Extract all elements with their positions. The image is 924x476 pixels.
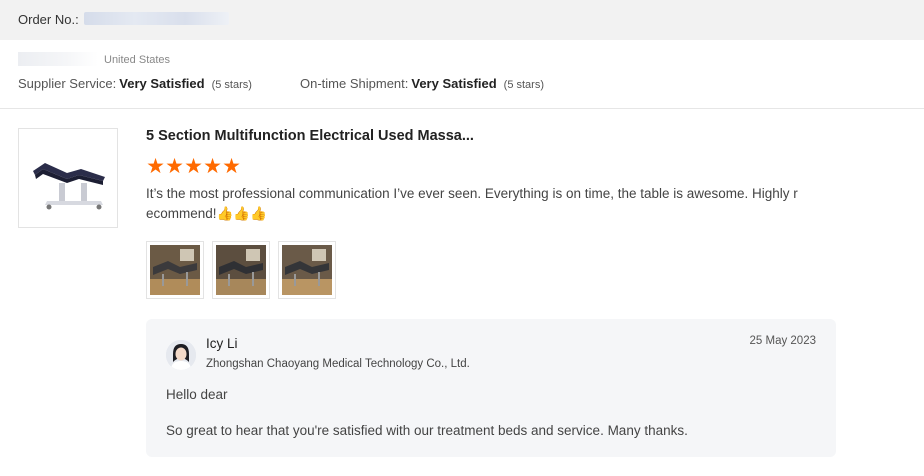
star-icon: ★ — [222, 155, 241, 178]
buyer-name-redacted — [18, 52, 98, 66]
review-photo[interactable] — [146, 241, 204, 299]
ontime-shipment-rating: On-time Shipment: Very Satisfied (5 stars) — [300, 76, 544, 91]
order-number-label: Order No.: — [18, 12, 79, 27]
star-icon: ★ — [165, 155, 184, 178]
star-icon: ★ — [203, 155, 222, 178]
rating-label: On-time Shipment: — [300, 76, 409, 91]
rating-value: Very Satisfied — [411, 76, 497, 91]
avatar — [166, 340, 196, 370]
order-header: Order No.: — [0, 0, 924, 40]
rating-stars: (5 stars) — [503, 79, 544, 91]
supplier-service-rating: Supplier Service: Very Satisfied (5 stars) — [18, 76, 252, 91]
star-icon: ★ — [184, 155, 203, 178]
rating-value: Very Satisfied — [119, 76, 205, 91]
rating-stars: (5 stars) — [211, 79, 252, 91]
review-text: It’s the most professional communication… — [146, 186, 798, 221]
review-stars: ★★★★★ — [146, 155, 241, 178]
supplier-reply: Icy Li Zhongshan Chaoyang Medical Techno… — [146, 319, 836, 457]
reply-date: 25 May 2023 — [749, 335, 817, 347]
review-photo[interactable] — [278, 241, 336, 299]
reply-greeting: Hello dear — [166, 387, 228, 402]
reply-message: So great to hear that you're satisfied w… — [166, 423, 688, 438]
product-title[interactable]: 5 Section Multifunction Electrical Used … — [146, 128, 474, 144]
replier-company: Zhongshan Chaoyang Medical Technology Co… — [206, 358, 470, 370]
order-number-redacted — [84, 12, 229, 25]
replier-name: Icy Li — [206, 336, 238, 351]
buyer-country: United States — [104, 54, 171, 66]
rating-label: Supplier Service: — [18, 76, 117, 91]
review-photo[interactable] — [212, 241, 270, 299]
product-thumbnail[interactable] — [18, 128, 118, 228]
star-icon: ★ — [146, 155, 165, 178]
section-divider — [0, 108, 924, 109]
